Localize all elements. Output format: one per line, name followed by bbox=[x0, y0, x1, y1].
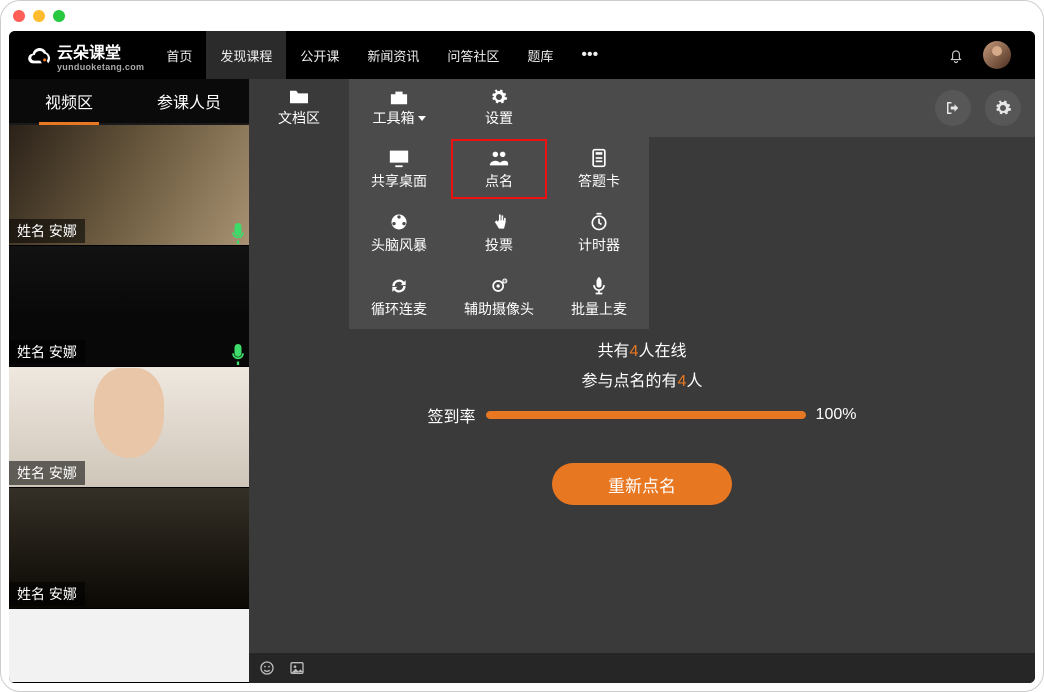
left-tabs: 视频区 参课人员 bbox=[9, 79, 249, 125]
rollcall-stats: 共有4人在线 参与点名的有4人 签到率 100% 重新点名 bbox=[249, 337, 1035, 505]
gear-icon bbox=[488, 88, 510, 106]
tab-toolbox-label: 工具箱 bbox=[373, 108, 415, 128]
video-tile[interactable]: 姓名 安娜 bbox=[9, 367, 249, 488]
film-icon bbox=[388, 212, 410, 232]
tool-label: 计时器 bbox=[578, 235, 620, 255]
nav-public[interactable]: 公开课 bbox=[286, 31, 353, 79]
tabbar-right bbox=[935, 79, 1035, 137]
exit-icon bbox=[944, 99, 962, 117]
loop-icon bbox=[388, 276, 410, 296]
emoji-icon[interactable] bbox=[259, 660, 275, 676]
main-area: 文档区 工具箱 设置 bbox=[249, 79, 1035, 683]
clock-icon bbox=[588, 212, 610, 232]
bell-icon[interactable] bbox=[947, 46, 965, 64]
video-name: 姓名 安娜 bbox=[9, 461, 85, 485]
tool-batch-mic[interactable]: 批量上麦 bbox=[549, 265, 649, 329]
video-tile[interactable]: 姓名 安娜 bbox=[9, 125, 249, 246]
left-panel: 视频区 参课人员 姓名 安娜 姓名 安娜 姓名 安娜 bbox=[9, 79, 249, 683]
rollcall-line: 参与点名的有4人 bbox=[582, 367, 703, 391]
hand-icon bbox=[488, 212, 510, 232]
video-name: 姓名 安娜 bbox=[9, 340, 85, 364]
tool-label: 头脑风暴 bbox=[371, 235, 427, 255]
folder-icon bbox=[288, 88, 310, 106]
online-line: 共有4人在线 bbox=[598, 337, 687, 361]
nav-bank[interactable]: 题库 bbox=[513, 31, 567, 79]
tab-settings[interactable]: 设置 bbox=[449, 79, 549, 137]
toolbox-popover: 共享桌面 点名 答题卡 头脑风暴 bbox=[349, 137, 649, 329]
mic-icon bbox=[231, 344, 245, 362]
nav-discover[interactable]: 发现课程 bbox=[206, 31, 286, 79]
progress-row: 签到率 100% bbox=[428, 403, 857, 427]
gear-icon bbox=[994, 99, 1012, 117]
tab-participants[interactable]: 参课人员 bbox=[129, 79, 249, 123]
people-icon bbox=[488, 148, 510, 168]
tool-label: 投票 bbox=[485, 235, 513, 255]
tool-loop-mic[interactable]: 循环连麦 bbox=[349, 265, 449, 329]
brand-sub: yunduoketang.com bbox=[57, 63, 144, 72]
face-placeholder bbox=[94, 368, 164, 458]
tool-label: 点名 bbox=[485, 171, 513, 191]
progress-fill bbox=[486, 411, 806, 419]
exit-button[interactable] bbox=[935, 90, 971, 126]
nav-news[interactable]: 新闻资讯 bbox=[353, 31, 433, 79]
tab-toolbox[interactable]: 工具箱 bbox=[349, 79, 449, 137]
tool-label: 辅助摄像头 bbox=[464, 299, 534, 319]
video-list: 姓名 安娜 姓名 安娜 姓名 安娜 姓名 安娜 bbox=[9, 125, 249, 683]
rollcall-again-button[interactable]: 重新点名 bbox=[552, 463, 732, 505]
maximize-window-button[interactable] bbox=[53, 10, 65, 22]
tool-timer[interactable]: 计时器 bbox=[549, 201, 649, 265]
toolbox-icon bbox=[388, 88, 410, 106]
tab-video-area[interactable]: 视频区 bbox=[9, 79, 129, 123]
tool-answer-sheet[interactable]: 答题卡 bbox=[549, 137, 649, 201]
nav-home[interactable]: 首页 bbox=[152, 31, 206, 79]
chat-bar bbox=[249, 653, 1035, 683]
camera-icon bbox=[488, 276, 510, 296]
mic-icon bbox=[231, 223, 245, 241]
chevron-down-icon bbox=[418, 116, 426, 121]
minimize-window-button[interactable] bbox=[33, 10, 45, 22]
app-root: 云朵课堂 yunduoketang.com 首页 发现课程 公开课 新闻资讯 问… bbox=[9, 31, 1035, 683]
video-name: 姓名 安娜 bbox=[9, 582, 85, 606]
window-titlebar bbox=[1, 1, 1043, 31]
brand-name: 云朵课堂 bbox=[57, 45, 121, 62]
rate-label: 签到率 bbox=[428, 403, 476, 427]
nav-right bbox=[947, 41, 1027, 69]
tool-brainstorm[interactable]: 头脑风暴 bbox=[349, 201, 449, 265]
top-tabbar: 文档区 工具箱 设置 bbox=[249, 79, 1035, 137]
tool-rollcall[interactable]: 点名 bbox=[449, 137, 549, 201]
video-tile[interactable]: 姓名 安娜 bbox=[9, 488, 249, 609]
brand-logo[interactable]: 云朵课堂 yunduoketang.com bbox=[17, 39, 152, 72]
tool-vote[interactable]: 投票 bbox=[449, 201, 549, 265]
video-tile[interactable]: 姓名 安娜 bbox=[9, 246, 249, 367]
share-screen-icon bbox=[388, 148, 410, 168]
tab-doc-area[interactable]: 文档区 bbox=[249, 79, 349, 137]
nav-more[interactable]: ••• bbox=[567, 31, 612, 79]
rate-percent: 100% bbox=[816, 406, 857, 424]
tool-label: 批量上麦 bbox=[571, 299, 627, 319]
window-frame: 云朵课堂 yunduoketang.com 首页 发现课程 公开课 新闻资讯 问… bbox=[0, 0, 1044, 692]
top-nav: 云朵课堂 yunduoketang.com 首页 发现课程 公开课 新闻资讯 问… bbox=[9, 31, 1035, 79]
tool-label: 共享桌面 bbox=[371, 171, 427, 191]
tab-settings-label: 设置 bbox=[485, 108, 513, 128]
cloud-icon bbox=[25, 44, 53, 66]
video-tile[interactable] bbox=[9, 609, 249, 683]
tool-label: 答题卡 bbox=[578, 171, 620, 191]
tool-label: 循环连麦 bbox=[371, 299, 427, 319]
tool-aux-camera[interactable]: 辅助摄像头 bbox=[449, 265, 549, 329]
image-icon[interactable] bbox=[289, 660, 305, 676]
body-row: 视频区 参课人员 姓名 安娜 姓名 安娜 姓名 安娜 bbox=[9, 79, 1035, 683]
settings-button[interactable] bbox=[985, 90, 1021, 126]
close-window-button[interactable] bbox=[13, 10, 25, 22]
sheet-icon bbox=[588, 148, 610, 168]
tool-share-screen[interactable]: 共享桌面 bbox=[349, 137, 449, 201]
video-name: 姓名 安娜 bbox=[9, 219, 85, 243]
tab-doc-label: 文档区 bbox=[278, 108, 320, 128]
nav-items: 首页 发现课程 公开课 新闻资讯 问答社区 题库 ••• bbox=[152, 31, 612, 79]
nav-qa[interactable]: 问答社区 bbox=[433, 31, 513, 79]
avatar[interactable] bbox=[983, 41, 1011, 69]
progress-bar bbox=[486, 411, 806, 419]
mic-icon bbox=[588, 276, 610, 296]
